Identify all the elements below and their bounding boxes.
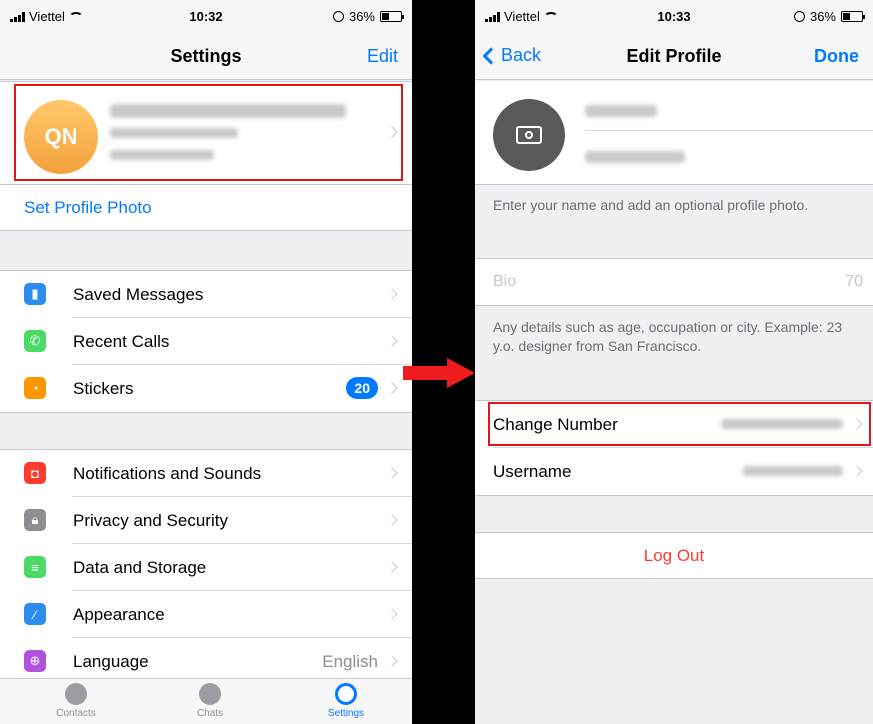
data-storage-row[interactable]: ≡ Data and Storage [0, 544, 412, 591]
name-edit-section [475, 81, 873, 185]
stickers-row[interactable]: ◔ Stickers 20 [0, 365, 412, 412]
change-number-highlight-box [488, 402, 871, 446]
settings-icon [335, 683, 357, 705]
chevron-right-icon [386, 561, 398, 573]
battery-icon [380, 11, 404, 22]
chevron-right-icon [386, 467, 398, 479]
bio-placeholder: Bio [493, 273, 517, 290]
lock-icon: 🔒︎ [24, 509, 46, 531]
profile-highlight-box [14, 84, 403, 181]
stickers-badge: 20 [346, 377, 378, 399]
language-value: English [322, 652, 378, 671]
status-bar: Viettel 10:33 36% [475, 0, 873, 32]
name-hint: Enter your name and add an optional prof… [493, 197, 809, 213]
bio-field[interactable]: Bio 70 [475, 258, 873, 306]
tab-bar: Contacts Chats Settings [0, 678, 412, 724]
bio-hint: Any details such as age, occupation or c… [493, 319, 843, 354]
settings-group-2: ◘ Notifications and Sounds 🔒︎ Privacy an… [0, 449, 412, 686]
transition-arrow [403, 358, 475, 388]
chevron-right-icon [851, 465, 863, 477]
chevron-right-icon [386, 335, 398, 347]
tab-contacts[interactable]: Contacts [36, 683, 116, 719]
recent-calls-row[interactable]: ✆ Recent Calls [0, 318, 412, 365]
alarm-icon [332, 11, 344, 22]
bio-char-count: 70 [845, 273, 863, 290]
battery-percent: 36% [809, 9, 836, 24]
chevron-right-icon [386, 608, 398, 620]
first-name-field[interactable] [585, 95, 873, 131]
settings-screen: Viettel 10:32 36% Settings Edit QN Set P… [0, 0, 412, 724]
username-row[interactable]: Username [475, 448, 873, 495]
battery-icon [841, 11, 865, 22]
set-profile-photo-link[interactable]: Set Profile Photo [24, 198, 152, 218]
appearance-row[interactable]: ∕ Appearance [0, 591, 412, 638]
tab-chats[interactable]: Chats [170, 683, 250, 719]
alarm-icon [793, 11, 805, 22]
sticker-icon: ◔ [24, 377, 46, 399]
logout-group: Log Out [475, 532, 873, 579]
privacy-row[interactable]: 🔒︎ Privacy and Security [0, 497, 412, 544]
phone-icon: ✆ [24, 330, 46, 352]
edit-profile-screen: Viettel 10:33 36% Back Edit Profile Done [475, 0, 873, 724]
chevron-right-icon [386, 655, 398, 667]
camera-icon [516, 126, 542, 144]
bookmark-icon: ▮ [24, 283, 46, 305]
bell-icon: ◘ [24, 462, 46, 484]
brush-icon: ∕ [24, 603, 46, 625]
contacts-icon [65, 683, 87, 705]
chevron-right-icon [386, 288, 398, 300]
done-button[interactable]: Done [814, 46, 859, 67]
camera-photo-button[interactable] [493, 99, 565, 171]
edit-button[interactable]: Edit [367, 46, 398, 67]
database-icon: ≡ [24, 556, 46, 578]
last-name-field[interactable] [585, 143, 873, 173]
nav-bar: Settings Edit [0, 32, 412, 80]
battery-percent: 36% [348, 9, 375, 24]
nav-bar: Back Edit Profile Done [475, 32, 873, 80]
status-bar: Viettel 10:32 36% [0, 0, 412, 32]
globe-icon: ⊕ [24, 650, 46, 672]
chats-icon [199, 683, 221, 705]
username-redacted [743, 466, 843, 476]
chevron-right-icon [386, 382, 398, 394]
logout-button[interactable]: Log Out [475, 546, 873, 566]
settings-group-1: ▮ Saved Messages ✆ Recent Calls ◔ Sticke… [0, 270, 412, 413]
tab-settings[interactable]: Settings [306, 683, 386, 719]
chevron-right-icon [386, 514, 398, 526]
notifications-row[interactable]: ◘ Notifications and Sounds [0, 450, 412, 497]
saved-messages-row[interactable]: ▮ Saved Messages [0, 271, 412, 318]
page-title: Settings [170, 46, 242, 66]
